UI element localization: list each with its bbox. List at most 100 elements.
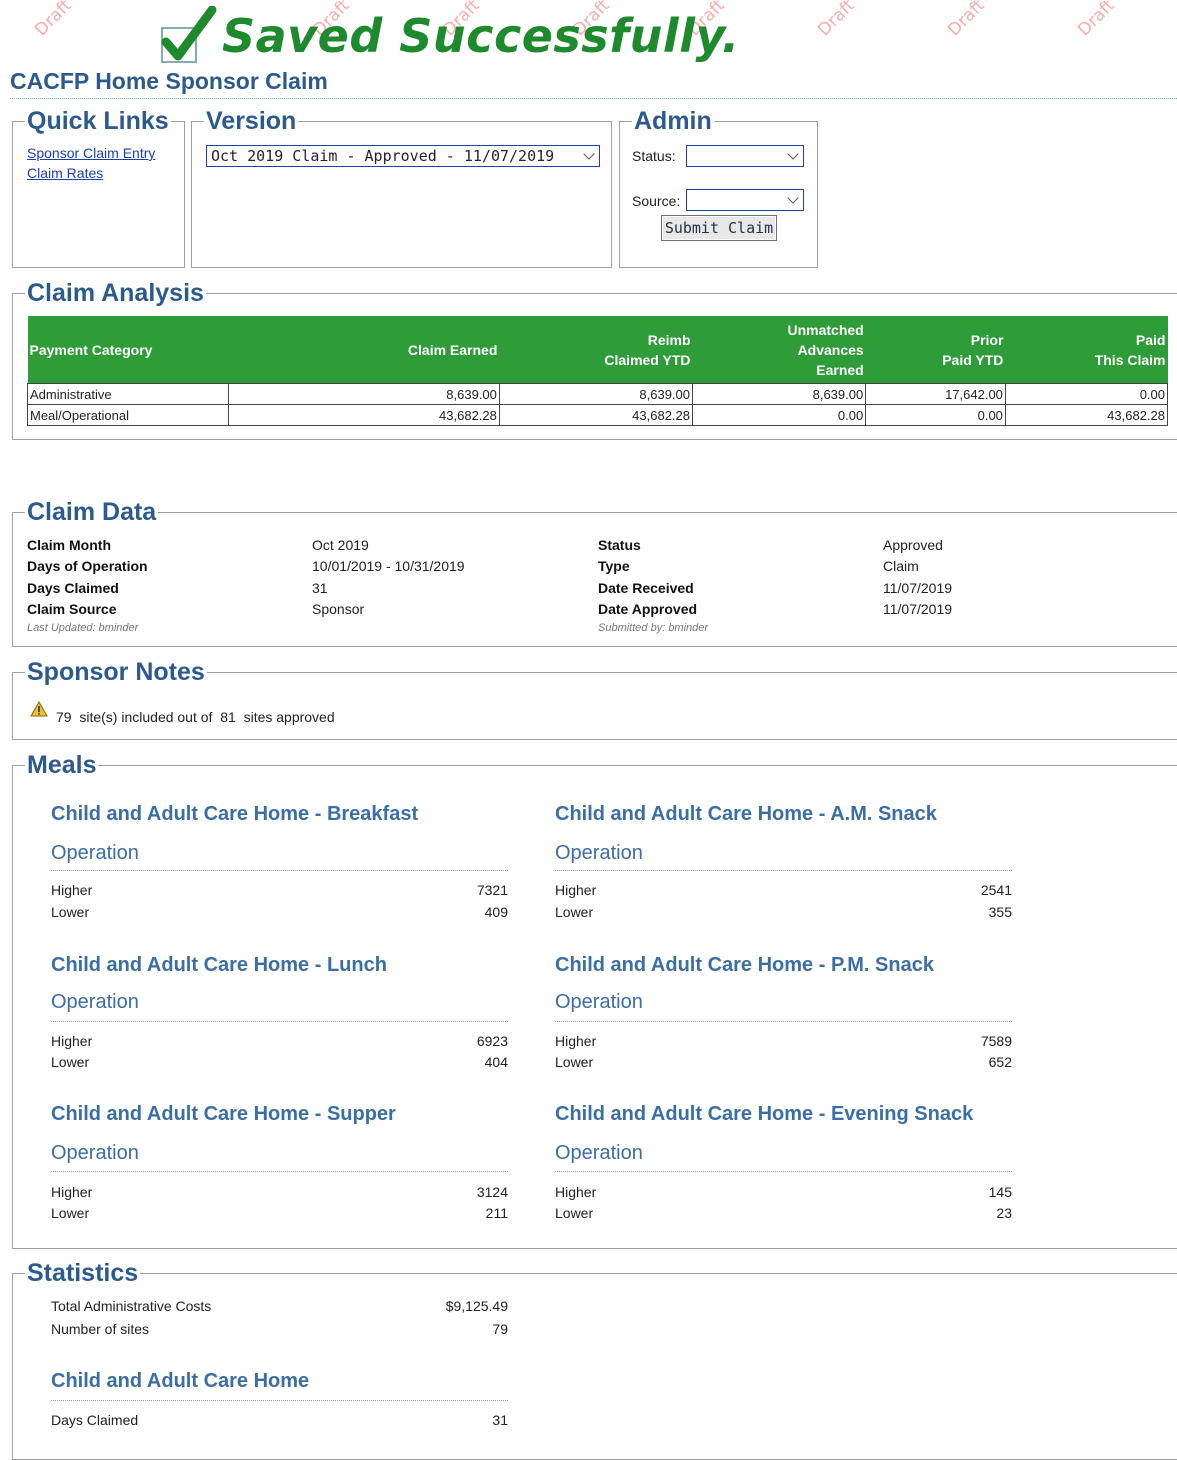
supper-higher-value: 3124 — [476, 1184, 508, 1200]
operation-heading: Operation — [51, 842, 139, 864]
date-received-label: Date Received — [598, 580, 694, 596]
col-header: Paid This Claim — [1005, 316, 1168, 384]
total-admin-costs-value: $9,125.49 — [445, 1298, 508, 1314]
table-cell: 0.00 — [1004, 383, 1169, 405]
draft-watermark: Draft — [31, 0, 76, 41]
table-cell: 8,639.00 — [228, 383, 500, 405]
days-of-operation-label: Days of Operation — [27, 558, 148, 574]
col-header: Reimb Claimed YTD — [499, 316, 693, 384]
meal-title-lunch: Child and Adult Care Home - Lunch — [51, 954, 387, 976]
evening-snack-lower-value: 23 — [996, 1205, 1012, 1221]
source-label: Source: — [632, 193, 681, 209]
status-select[interactable] — [686, 145, 804, 167]
evening-snack-higher-value: 145 — [988, 1184, 1012, 1200]
higher-label: Higher — [555, 1033, 597, 1049]
table-cell: 43,682.28 — [228, 404, 500, 426]
number-of-sites-label: Number of sites — [51, 1321, 150, 1337]
lower-label: Lower — [51, 1054, 90, 1070]
admin-panel: Admin — [619, 108, 818, 268]
claim-analysis-legend: Claim Analysis — [27, 279, 204, 307]
claim-source-value: Sponsor — [312, 601, 365, 617]
claim-rates-link[interactable]: Claim Rates — [27, 165, 103, 181]
meal-title-breakfast: Child and Adult Care Home - Breakfast — [51, 803, 419, 825]
meal-title-evening-snack: Child and Adult Care Home - Evening Snac… — [555, 1103, 974, 1125]
lower-label: Lower — [555, 1205, 594, 1221]
lunch-lower-value: 404 — [484, 1054, 508, 1070]
chevron-down-icon — [787, 148, 799, 160]
operation-divider — [51, 1171, 508, 1172]
sponsor-notes-text: 79 site(s) included out of 81 sites appr… — [56, 709, 335, 725]
sites-approved-text: sites approved — [243, 709, 335, 725]
sites-included-count: 79 — [56, 709, 72, 725]
higher-label: Higher — [51, 1184, 93, 1200]
date-approved-value: 11/07/2019 — [883, 601, 953, 617]
col-header: Claim Earned — [228, 316, 500, 384]
admin-legend: Admin — [634, 107, 712, 135]
col-header: Unmatched Advances Earned — [692, 316, 866, 384]
chevron-down-icon — [787, 192, 799, 204]
operation-divider — [555, 1021, 1012, 1022]
am-snack-lower-value: 355 — [988, 904, 1012, 920]
submitted-by-meta: Submitted by: bminder — [598, 622, 709, 634]
pm-snack-lower-value: 652 — [988, 1054, 1012, 1070]
operation-heading: Operation — [51, 1142, 139, 1164]
lower-label: Lower — [51, 904, 90, 920]
higher-label: Higher — [555, 1184, 597, 1200]
sponsor-notes-panel: Sponsor Notes — [12, 659, 1177, 740]
submit-claim-button[interactable]: Submit Claim — [661, 215, 777, 241]
table-header-row: Payment Category Claim Earned Reimb Claim… — [27, 316, 1168, 384]
version-select[interactable]: Oct 2019 Claim - Approved - 11/07/2019 — [206, 145, 600, 167]
draft-watermark: Draft — [944, 0, 989, 41]
source-select[interactable] — [686, 189, 804, 211]
version-legend: Version — [206, 107, 297, 135]
claim-month-label: Claim Month — [27, 537, 111, 553]
breakfast-higher-value: 7321 — [476, 882, 508, 898]
saved-message: Saved Successfully. — [222, 9, 740, 63]
stats-days-claimed-value: 31 — [492, 1412, 508, 1428]
sites-included-text: site(s) included out of — [79, 709, 213, 725]
sponsor-claim-entry-link[interactable]: Sponsor Claim Entry — [27, 145, 155, 161]
claim-source-label: Claim Source — [27, 601, 117, 617]
type-value: Claim — [883, 558, 919, 574]
col-header: Prior Paid YTD — [865, 316, 1006, 384]
statistics-legend: Statistics — [27, 1259, 139, 1287]
stats-days-claimed-label: Days Claimed — [51, 1412, 139, 1428]
table-row: Meal/Operational 43,682.28 43,682.28 0.0… — [26, 404, 1169, 426]
operation-heading: Operation — [555, 842, 643, 864]
am-snack-higher-value: 2541 — [980, 882, 1012, 898]
higher-label: Higher — [555, 882, 597, 898]
total-admin-costs-label: Total Administrative Costs — [51, 1298, 212, 1314]
claim-data-legend: Claim Data — [27, 498, 157, 526]
days-claimed-label: Days Claimed — [27, 580, 119, 596]
meal-title-supper: Child and Adult Care Home - Supper — [51, 1103, 396, 1125]
date-approved-label: Date Approved — [598, 601, 698, 617]
higher-label: Higher — [51, 1033, 93, 1049]
claim-data-panel: Claim Data — [12, 499, 1177, 647]
warning-icon — [30, 700, 48, 720]
pm-snack-higher-value: 7589 — [980, 1033, 1012, 1049]
table-cell: 43,682.28 — [1004, 404, 1169, 426]
higher-label: Higher — [51, 882, 93, 898]
lower-label: Lower — [555, 904, 594, 920]
page-title: CACFP Home Sponsor Claim — [10, 68, 328, 94]
statistics-panel: Statistics — [12, 1260, 1177, 1460]
supper-lower-value: 211 — [485, 1205, 508, 1221]
date-received-value: 11/07/2019 — [883, 580, 953, 596]
draft-watermark: Draft — [814, 0, 859, 41]
status-data-value: Approved — [883, 537, 943, 553]
last-updated-meta: Last Updated: bminder — [27, 622, 139, 634]
table-cell: 0.00 — [865, 404, 1006, 426]
col-header: Payment Category — [27, 316, 229, 384]
type-label: Type — [598, 558, 630, 574]
status-label: Status: — [632, 148, 676, 164]
operation-heading: Operation — [555, 991, 643, 1013]
days-claimed-value: 31 — [312, 580, 328, 596]
table-row: Administrative 8,639.00 8,639.00 8,639.0… — [26, 383, 1169, 405]
lower-label: Lower — [51, 1205, 90, 1221]
operation-divider — [555, 870, 1012, 871]
days-of-operation-value: 10/01/2019 - 10/31/2019 — [312, 558, 465, 574]
table-cell: 43,682.28 — [498, 404, 694, 426]
quick-links-legend: Quick Links — [27, 107, 169, 135]
status-data-label: Status — [598, 537, 641, 553]
table-cell: 0.00 — [691, 404, 867, 426]
